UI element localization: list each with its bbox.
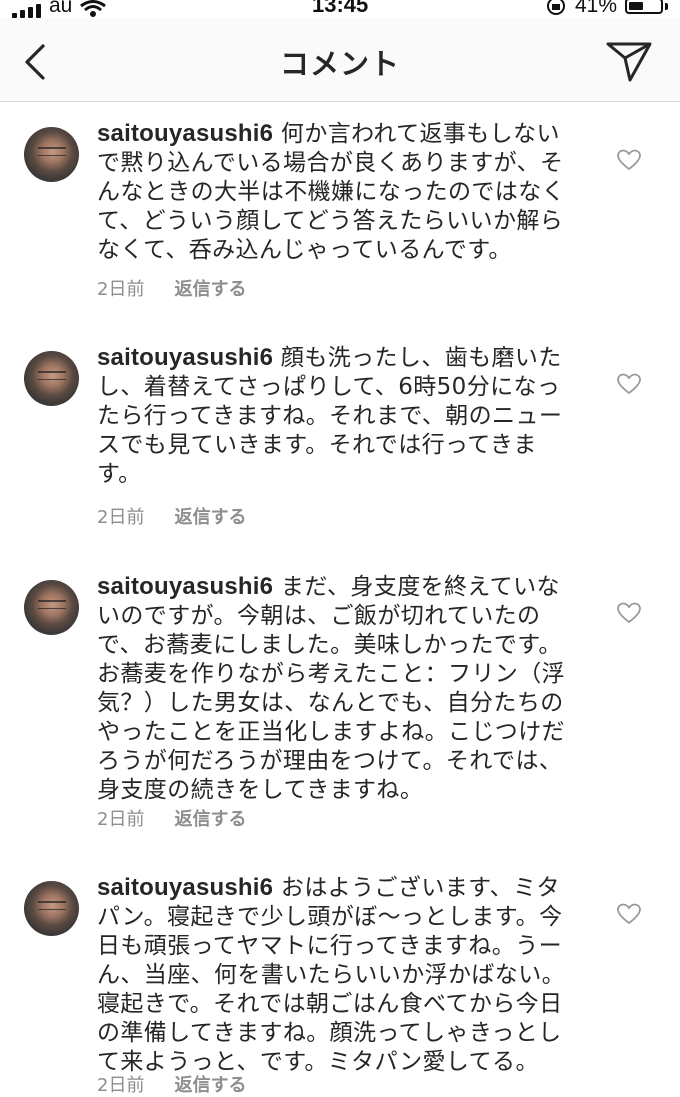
page-title: コメント (279, 47, 400, 81)
reply-button[interactable]: 返信する (174, 279, 246, 300)
comment-meta: 2日前 返信する (97, 805, 246, 831)
heart-icon[interactable] (617, 373, 641, 395)
comment-username[interactable]: saitouyasushi6 (97, 874, 273, 901)
comment-body: saitouyasushi6 まだ、身支度を終えていないのですが。今朝は、ご飯が… (97, 572, 575, 805)
wifi-icon (80, 0, 107, 17)
comment-text: おはようございます、ミタパン。寝起きで少し頭がぼ〜っとします。今日も頑張ってヤマ… (97, 875, 565, 1075)
header: コメント (0, 18, 680, 102)
avatar[interactable] (24, 351, 79, 406)
status-time: 13:45 (312, 0, 369, 17)
comment-body: saitouyasushi6 おはようございます、ミタパン。寝起きで少し頭がぼ〜… (97, 873, 575, 1077)
comment-time: 2日前 (97, 279, 145, 300)
comment-meta: 2日前 返信する (97, 503, 246, 529)
heart-icon[interactable] (617, 903, 641, 925)
carrier-label: au (49, 0, 73, 17)
comment-text: まだ、身支度を終えていないのですが。今朝は、ご飯が切れていたので、お蕎麦にしまし… (97, 574, 565, 803)
comment-body: saitouyasushi6 顔も洗ったし、歯も磨いたし、着替えてさっぱりして、… (97, 343, 575, 489)
comment-body: saitouyasushi6 何か言われて返事もしないで黙り込んでいる場合が良く… (97, 119, 575, 265)
comment-time: 2日前 (97, 507, 145, 528)
comment-meta: 2日前 返信する (97, 1071, 246, 1097)
heart-icon[interactable] (617, 149, 641, 171)
send-icon[interactable] (604, 40, 654, 84)
comment-time: 2日前 (97, 1075, 145, 1096)
comment-username[interactable]: saitouyasushi6 (97, 344, 273, 371)
orientation-lock-icon (546, 0, 565, 15)
avatar[interactable] (24, 881, 79, 936)
heart-icon[interactable] (617, 602, 641, 624)
battery-icon (625, 0, 663, 14)
reply-button[interactable]: 返信する (174, 507, 246, 528)
avatar[interactable] (24, 127, 79, 182)
battery-percent: 41% (574, 0, 617, 17)
reply-button[interactable]: 返信する (174, 1075, 246, 1096)
signal-icon (12, 4, 41, 18)
avatar[interactable] (24, 580, 79, 635)
comment-username[interactable]: saitouyasushi6 (97, 573, 273, 600)
status-bar: au 13:45 41% (0, 0, 680, 18)
comment-username[interactable]: saitouyasushi6 (97, 120, 273, 147)
comment-time: 2日前 (97, 809, 145, 830)
reply-button[interactable]: 返信する (174, 809, 246, 830)
comment-meta: 2日前 返信する (97, 275, 246, 301)
